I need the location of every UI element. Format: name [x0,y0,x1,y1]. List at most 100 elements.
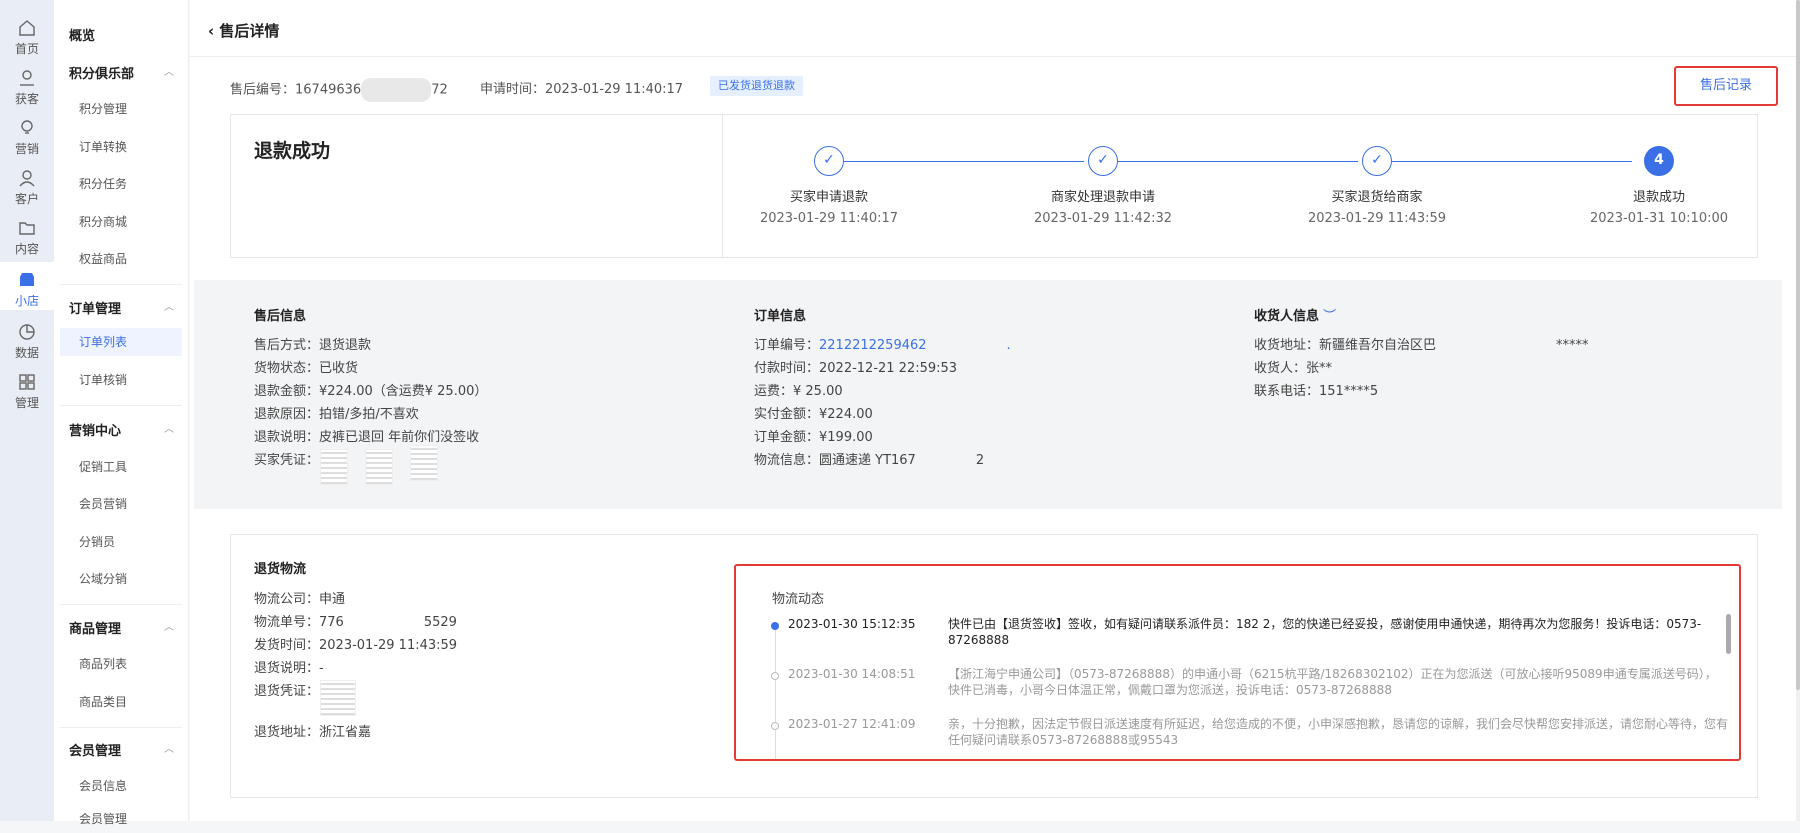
logistics-timeline: 物流动态 2023-01-30 15:12:35 快件已由【退货签收】签收，如有… [734,564,1741,761]
progress-panel [230,114,1758,258]
return-ship-time: 发货时间：2023-01-29 11:43:59 [254,638,458,653]
nav-data-label: 数据 [14,346,39,360]
primary-nav: 首页 获客 营销 客户 内容 小店 数据 管理 [0,0,54,821]
step-number: 4 [1644,146,1674,176]
nav2-item[interactable]: 订单核销 [60,366,182,394]
nav2-item[interactable]: 促销工具 [60,453,182,481]
nav2-item[interactable]: 订单转换 [60,133,182,161]
receiver-info-title[interactable]: 收货人信息 ︶ [1254,305,1336,324]
nav2-item[interactable]: 积分任务 [60,170,182,198]
shop-icon [20,273,34,286]
timeline-dot [771,672,779,680]
nav2-group-members[interactable]: 会员管理 ︿ [69,740,174,759]
nav2-item[interactable]: 会员营销 [60,490,182,518]
nav-shop-label: 小店 [14,294,39,308]
timeline-line [775,626,776,759]
receiver-title-text: 收货人信息 [1254,309,1320,324]
nav2-group-marketing[interactable]: 营销中心 ︿ [69,420,174,439]
return-proof-label: 退货凭证： [254,684,320,699]
page-title: 售后详情 [219,22,280,40]
order-number-link[interactable]: 2212212259462 [819,338,927,353]
back-button[interactable]: ‹ 售后详情 [208,20,279,41]
grid-icon [19,374,35,390]
nav-content[interactable]: 内容 [0,218,54,257]
nav-shop[interactable]: 小店 [0,262,54,310]
timeline-scrollbar[interactable] [1726,614,1731,654]
secondary-nav: 概览 积分俱乐部 ︿ 积分管理 订单转换 积分任务 积分商城 权益商品 订单管理 ︿… [54,0,189,826]
nav2-item[interactable]: 商品类目 [60,688,182,716]
aftersale-no-part: 72 [431,82,448,98]
divider [60,405,182,406]
receiver-address: 收货地址：新疆维吾尔自治区巴 ***** [1254,334,1589,354]
info-row: 订单金额：¥199.00 [754,430,873,445]
divider [60,727,182,728]
logistics-tail: 2 [975,453,985,468]
step-time: 2023-01-29 11:43:59 [1307,211,1447,226]
nav-content-label: 内容 [14,242,39,256]
chart-icon [19,324,35,340]
event-time: 2023-01-30 14:08:51 [788,667,916,681]
nav2-item[interactable]: 积分商城 [60,208,182,236]
aftersale-info-title: 售后信息 [254,309,307,324]
info-row: 实付金额：¥224.00 [754,407,873,422]
nav-data[interactable]: 数据 [0,322,54,361]
nav2-item[interactable]: 商品列表 [60,650,182,678]
proof-image[interactable] [365,449,393,485]
page-scrollbar-thumb[interactable] [1796,0,1800,690]
return-no-tail: 5529 [423,615,457,630]
nav2-group-points[interactable]: 积分俱乐部 ︿ [69,63,174,82]
proof-image[interactable] [320,449,348,485]
nav-customer[interactable]: 客户 [0,168,54,207]
step-time: 2023-01-29 11:42:32 [1033,211,1173,226]
nav2-item[interactable]: 会员管理 [60,805,182,833]
acquire-icon [20,70,34,86]
redaction [915,452,976,469]
nav-manage-label: 管理 [14,396,39,410]
nav2-overview[interactable]: 概览 [69,25,95,44]
divider [60,604,182,605]
nav2-group-title: 订单管理 [69,302,122,317]
proof-image[interactable] [410,445,438,481]
receiver-address-tail: ***** [1556,338,1589,353]
aftersale-record-button[interactable]: 售后记录 [1674,66,1778,106]
info-row: 售后方式：退货退款 [254,338,372,353]
info-row: 运费：¥ 25.00 [754,384,843,399]
event-text: 【浙江海宁申通公司】（0573-87268888）的申通小哥（6215杭平路/1… [948,667,1717,697]
nav2-item[interactable]: 分销员 [60,528,182,556]
nav-home[interactable]: 首页 [0,18,54,57]
nav2-item[interactable]: 会员信息 [60,772,182,800]
info-row: 付款时间：2022-12-21 22:59:53 [754,361,958,376]
nav-home-label: 首页 [14,42,39,56]
step-time: 2023-01-31 10:10:00 [1589,211,1729,226]
chevron-left-icon: ‹ [208,22,220,40]
nav-acquire[interactable]: 获客 [0,68,54,107]
nav2-item[interactable]: 积分管理 [60,95,182,123]
nav2-group-orders[interactable]: 订单管理 ︿ [69,298,174,317]
event-time: 2023-01-30 15:12:35 [788,617,916,631]
aftersale-number: 售后编号：16749636 72 [230,78,448,102]
nav2-group-title: 会员管理 [69,744,122,759]
redaction [926,337,1007,354]
return-proof-image[interactable] [320,680,356,716]
nav-manage[interactable]: 管理 [0,372,54,411]
redaction [1436,337,1557,354]
logistics-info: 物流信息：圆通速递 YT167 2 [754,449,984,469]
nav2-item-order-list[interactable]: 订单列表 [60,328,182,356]
bulb-icon [21,120,33,134]
chevron-up-icon: ︿ [164,622,174,633]
return-tracking-number: 物流单号：776 5529 [254,611,457,631]
redaction [361,78,432,102]
folder-icon [19,222,35,235]
chevron-up-icon: ︿ [164,744,174,755]
nav2-group-products[interactable]: 商品管理 ︿ [69,618,174,637]
page-scrollbar[interactable] [1796,0,1800,821]
receiver-phone: 联系电话：151****5 [1254,384,1379,399]
nav-marketing[interactable]: 营销 [0,118,54,157]
check-icon: ✓ [1362,146,1392,176]
nav-acquire-label: 获客 [14,92,39,106]
nav2-item[interactable]: 公域分销 [60,565,182,593]
info-row: 退款原因：拍错/多拍/不喜欢 [254,407,419,422]
timeline-dot-active [771,622,779,630]
nav2-item[interactable]: 权益商品 [60,245,182,273]
return-note: 退货说明：- [254,661,324,676]
